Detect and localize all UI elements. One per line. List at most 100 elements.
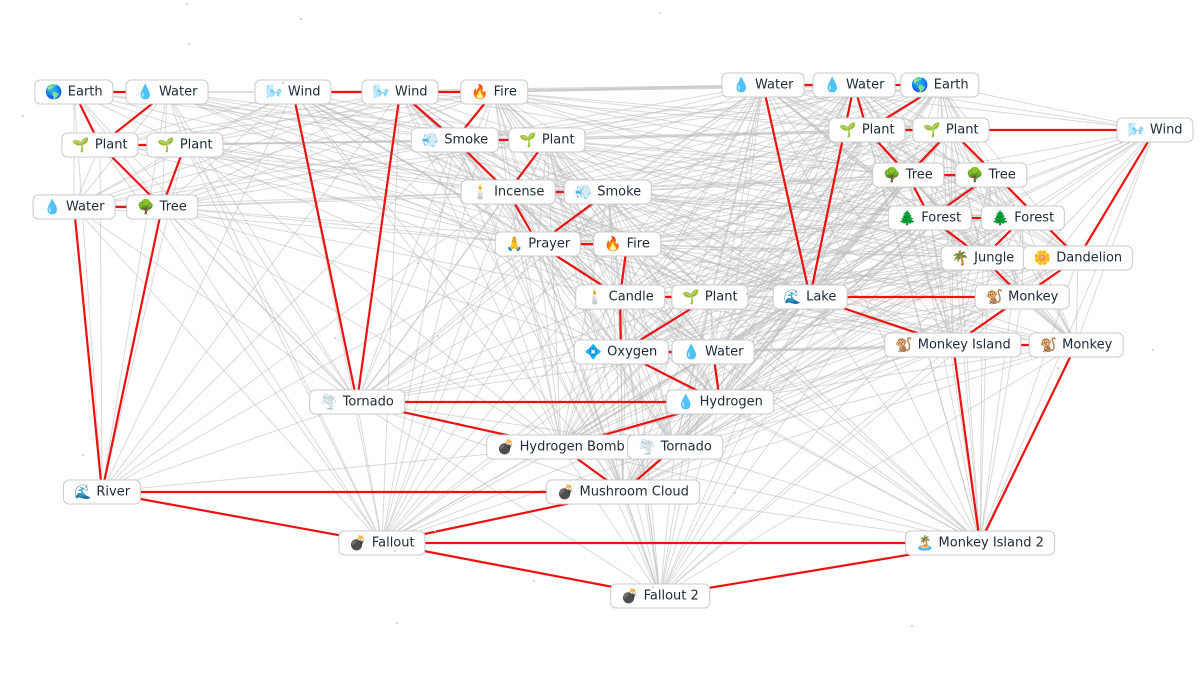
- node-icon: 🏝️: [916, 536, 933, 550]
- node-icon: 🌬️: [372, 85, 389, 99]
- node-fallout2[interactable]: 💣 Fallout 2: [610, 584, 710, 609]
- node-icon: 💧: [824, 78, 841, 92]
- node-earth2[interactable]: 🌎Earth: [900, 73, 979, 98]
- node-icon: 💧: [733, 78, 750, 92]
- node-icon: 💠: [585, 345, 602, 359]
- node-icon: 🐒: [895, 338, 912, 352]
- node-tornado2[interactable]: 🌪️Tornado: [627, 435, 723, 460]
- node-label: Plant: [542, 133, 575, 148]
- node-label: Earth: [68, 85, 103, 100]
- node-label: Water: [705, 345, 743, 360]
- node-fire1[interactable]: 🔥 Fire: [460, 80, 528, 105]
- node-icon: 🔥: [604, 237, 621, 251]
- node-forest2[interactable]: 🌲Forest: [981, 206, 1065, 231]
- node-water5[interactable]: 💧 Water: [813, 73, 896, 98]
- node-mcloud[interactable]: 💣Mushroom Cloud: [546, 480, 700, 505]
- node-icon: 🌳: [966, 168, 983, 182]
- node-plant4[interactable]: 🌱Plant: [671, 285, 748, 310]
- node-icon: 🌪️: [320, 395, 337, 409]
- node-icon: 🕯️: [472, 185, 489, 199]
- node-jungle[interactable]: 🌴 Jungle: [941, 246, 1026, 271]
- node-icon: 🐒: [986, 290, 1003, 304]
- node-water2[interactable]: 💧Water: [33, 195, 116, 220]
- node-label: Plant: [180, 138, 213, 153]
- node-icon: 🙏: [506, 237, 523, 251]
- node-smoke1[interactable]: 💨Smoke: [411, 128, 499, 153]
- node-label: Tree: [160, 200, 187, 215]
- node-wind2[interactable]: 🌬️Wind: [361, 80, 438, 105]
- node-icon: 🌎: [911, 78, 928, 92]
- node-hbomb[interactable]: 💣 Hydrogen Bomb: [486, 435, 636, 460]
- node-label: Hydrogen: [700, 395, 763, 410]
- node-dandelion[interactable]: 🌼Dandelion: [1023, 246, 1133, 271]
- node-icon: 🌱: [519, 133, 536, 147]
- node-label: Plant: [862, 123, 895, 138]
- node-label: Monkey Island 2: [939, 536, 1044, 551]
- node-label: Wind: [288, 85, 321, 100]
- node-icon: 🌊: [74, 485, 91, 499]
- node-river[interactable]: 🌊 River: [63, 480, 141, 505]
- node-wind3[interactable]: 🌬️Wind: [1116, 118, 1193, 143]
- node-lake[interactable]: 🌊Lake: [773, 285, 848, 310]
- node-plant6[interactable]: 🌱Plant: [912, 118, 989, 143]
- node-water4[interactable]: 💧Water: [722, 73, 805, 98]
- node-label: Fire: [494, 85, 517, 100]
- node-earth1[interactable]: 🌎 Earth: [34, 80, 113, 105]
- node-wind1[interactable]: 🌬️ Wind: [254, 80, 331, 105]
- node-plant3[interactable]: 🌱 Plant: [508, 128, 585, 153]
- node-label: Tree: [906, 168, 933, 183]
- node-plant2[interactable]: 🌱Plant: [146, 133, 223, 158]
- node-icon: 💣: [621, 589, 638, 603]
- node-icon: 🌬️: [265, 85, 282, 99]
- node-mi2[interactable]: 🏝️ Monkey Island 2: [905, 531, 1055, 556]
- node-icon: 🌳: [883, 168, 900, 182]
- node-icon: 💣: [497, 440, 514, 454]
- node-label: Fire: [627, 237, 650, 252]
- crafting-graph-canvas[interactable]: 🌎 Earth 💧 Water 🌱 Plant 🌱 Plant 💧 Water 🌳 Tree 🌬️ Win…: [0, 0, 1200, 675]
- node-icon: 🌱: [839, 123, 856, 137]
- node-hydrogen[interactable]: 💧Hydrogen: [666, 390, 774, 415]
- node-icon: 🌎: [45, 85, 62, 99]
- node-monkey2[interactable]: 🐒Monkey: [1029, 333, 1124, 358]
- node-label: Water: [846, 78, 884, 93]
- node-tree1[interactable]: 🌳Tree: [126, 195, 198, 220]
- node-icon: 💧: [137, 85, 154, 99]
- node-mi1[interactable]: 🐒 Monkey Island: [884, 333, 1021, 358]
- node-label: Tornado: [343, 395, 394, 410]
- node-label: Smoke: [597, 185, 641, 200]
- node-icon: 🌴: [952, 251, 969, 265]
- node-fallout[interactable]: 💣Fallout: [338, 531, 425, 556]
- node-label: Tree: [989, 168, 1016, 183]
- node-icon: 💧: [44, 200, 61, 214]
- node-plant1[interactable]: 🌱Plant: [61, 133, 138, 158]
- node-plant5[interactable]: 🌱 Plant: [828, 118, 905, 143]
- node-water3[interactable]: 💧Water: [672, 340, 755, 365]
- node-label: Monkey: [1062, 338, 1112, 353]
- node-fire2[interactable]: 🔥 Fire: [593, 232, 661, 257]
- node-label: Jungle: [974, 251, 1014, 266]
- node-tree3[interactable]: 🌳 Tree: [955, 163, 1027, 188]
- node-oxygen[interactable]: 💠Oxygen: [574, 340, 669, 365]
- node-label: Tornado: [661, 440, 712, 455]
- node-icon: 🔥: [471, 85, 488, 99]
- node-label: Plant: [705, 290, 738, 305]
- node-icon: 🌲: [899, 211, 916, 225]
- node-candle[interactable]: 🕯️Candle: [575, 285, 665, 310]
- node-label: Hydrogen Bomb: [520, 440, 625, 455]
- node-label: Fallout 2: [644, 589, 699, 604]
- node-tree2[interactable]: 🌳 Tree: [872, 163, 944, 188]
- node-prayer[interactable]: 🙏Prayer: [495, 232, 581, 257]
- node-label: Plant: [946, 123, 979, 138]
- node-water1[interactable]: 💧Water: [126, 80, 209, 105]
- node-label: River: [96, 485, 130, 500]
- node-label: Mushroom Cloud: [580, 485, 689, 500]
- node-icon: 🌼: [1034, 251, 1051, 265]
- node-smoke2[interactable]: 💨Smoke: [564, 180, 652, 205]
- node-label: Fallout: [372, 536, 415, 551]
- node-label: Monkey Island: [918, 338, 1011, 353]
- node-incense[interactable]: 🕯️Incense: [461, 180, 556, 205]
- node-forest1[interactable]: 🌲Forest: [888, 206, 972, 231]
- node-tornado1[interactable]: 🌪️ Tornado: [309, 390, 405, 415]
- node-monkey1[interactable]: 🐒Monkey: [975, 285, 1070, 310]
- node-icon: 🌱: [72, 138, 89, 152]
